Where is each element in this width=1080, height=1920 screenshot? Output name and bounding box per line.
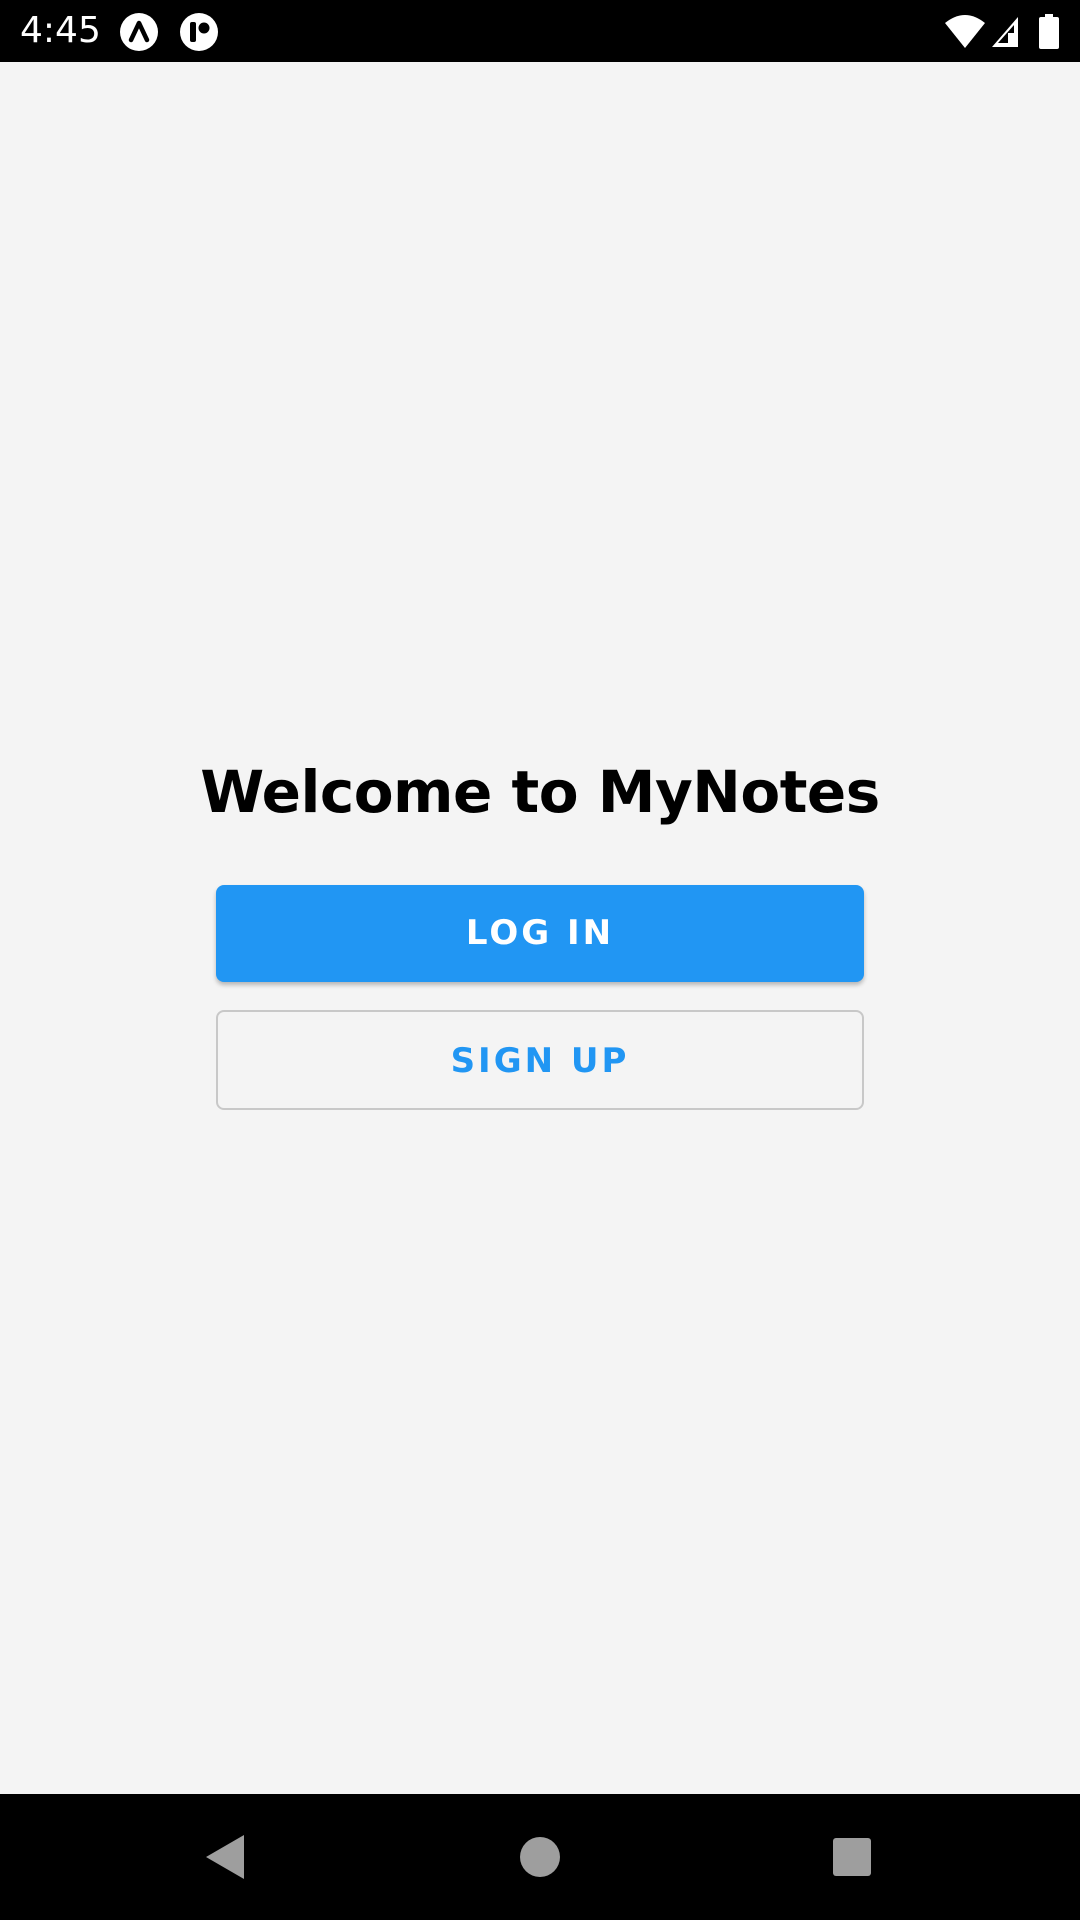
battery-icon bbox=[1038, 13, 1060, 51]
back-icon[interactable] bbox=[198, 1829, 254, 1885]
signup-button[interactable]: SIGN UP bbox=[216, 1010, 864, 1110]
home-icon[interactable] bbox=[512, 1829, 568, 1885]
app-record-icon bbox=[180, 13, 218, 51]
app-a-icon bbox=[120, 13, 158, 51]
status-bar: 4:45 bbox=[0, 0, 1080, 62]
signal-icon bbox=[990, 13, 1020, 51]
page-title: Welcome to MyNotes bbox=[200, 758, 880, 826]
recents-icon[interactable] bbox=[824, 1829, 880, 1885]
login-button[interactable]: LOG IN bbox=[216, 885, 864, 982]
status-time: 4:45 bbox=[20, 10, 101, 51]
wifi-icon bbox=[944, 13, 986, 51]
navigation-bar bbox=[0, 1794, 1080, 1920]
welcome-screen: Welcome to MyNotes LOG IN SIGN UP bbox=[0, 62, 1080, 1794]
